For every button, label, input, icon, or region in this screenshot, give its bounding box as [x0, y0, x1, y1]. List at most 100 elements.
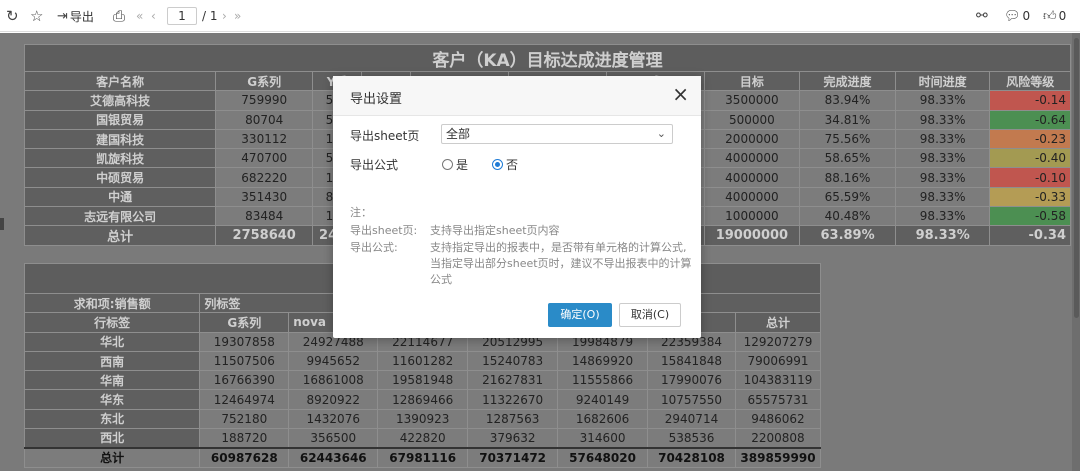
- cell: 422820: [377, 428, 469, 449]
- cell: 2200808: [734, 428, 822, 449]
- note2-line3: 公式: [430, 273, 452, 286]
- cell: 2000000: [703, 128, 801, 150]
- cell: 17990076: [647, 370, 736, 391]
- cell: -0.34: [989, 225, 1071, 247]
- first-page-icon[interactable]: «: [136, 0, 143, 32]
- prev-page-icon[interactable]: ‹: [151, 0, 156, 32]
- last-page-icon[interactable]: »: [234, 0, 241, 32]
- cell: 2758640: [215, 225, 314, 247]
- region-name: 华北: [23, 331, 201, 352]
- cell: 314600: [557, 428, 649, 449]
- print-icon[interactable]: ⎙: [113, 0, 125, 32]
- cell: 11507506: [199, 350, 290, 372]
- cell: 98.33%: [894, 148, 991, 169]
- col-header: 客户名称: [23, 70, 217, 92]
- customer-name: 国银贸易: [23, 109, 217, 130]
- col-header: G系列: [215, 70, 314, 92]
- note1-label: 导出sheet页:: [350, 224, 418, 237]
- customer-name: 志远有限公司: [23, 206, 217, 227]
- region-name: 华南: [23, 370, 201, 391]
- region-name: 西南: [23, 350, 201, 372]
- cell: 15240783: [467, 350, 559, 372]
- cell: 752180: [199, 408, 290, 430]
- share-icon[interactable]: ⚯: [976, 0, 988, 32]
- radio-no-label: 否: [506, 158, 519, 172]
- thumbs-up-icon: 👍︎: [1043, 8, 1057, 24]
- export-settings-dialog: 导出设置 × 导出sheet页 全部 ⌄ 导出公式 是 否 注： 导出sheet…: [333, 76, 701, 338]
- cell: 11601282: [377, 350, 469, 372]
- cell: 98.33%: [894, 90, 991, 111]
- cell: 11555866: [557, 370, 649, 391]
- risk-cell: -0.23: [989, 128, 1071, 150]
- cell: 79006991: [734, 350, 822, 372]
- region-name: 东北: [23, 408, 201, 430]
- cell: 88.16%: [799, 167, 896, 188]
- cell: 19000000: [703, 225, 801, 247]
- export-button[interactable]: ⇥ 导出: [57, 0, 94, 32]
- star-icon[interactable]: ☆: [30, 0, 43, 32]
- refresh-icon[interactable]: ↻: [6, 0, 19, 32]
- sheet-select[interactable]: 全部 ⌄: [441, 124, 673, 144]
- cell: 65575731: [734, 389, 822, 410]
- cell: 16861008: [288, 370, 379, 391]
- cell: 60987628: [199, 446, 290, 468]
- cell: 34.81%: [799, 109, 896, 130]
- table-row: 华南 16766390 16861008 19581948 21627831 115558…: [23, 370, 822, 391]
- table-row: 华东 12464974 8920922 12869466 11322670 9240149…: [23, 389, 822, 410]
- cell: 98.33%: [894, 167, 991, 188]
- comment-button[interactable]: 💬︎ 0: [1004, 0, 1030, 32]
- close-icon[interactable]: ×: [672, 84, 689, 104]
- col-header: 总计: [734, 312, 822, 333]
- risk-cell: -0.64: [989, 109, 1071, 130]
- cell: 40.48%: [799, 206, 896, 227]
- customer-name: 凯旋科技: [23, 148, 217, 169]
- cell: 98.33%: [894, 225, 991, 247]
- cell: 4000000: [703, 148, 801, 169]
- like-button[interactable]: 👍︎ 0: [1043, 0, 1066, 32]
- cell: 500000: [703, 109, 801, 130]
- col-header: G系列: [199, 312, 290, 333]
- cell: 65.59%: [799, 186, 896, 208]
- cell: 83.94%: [799, 90, 896, 111]
- dialog-header: 导出设置 ×: [333, 76, 701, 116]
- customer-name: 中通: [23, 186, 217, 208]
- radio-yes-label: 是: [456, 158, 469, 172]
- cell: 15841848: [647, 350, 736, 372]
- cancel-button[interactable]: 取消(C): [619, 303, 681, 327]
- cell: 1682606: [557, 408, 649, 430]
- cell: 21627831: [467, 370, 559, 391]
- cell: 1000000: [703, 206, 801, 227]
- radio-no[interactable]: 否: [492, 156, 518, 173]
- risk-cell: -0.58: [989, 206, 1071, 227]
- cell: 389859990: [734, 446, 822, 468]
- cell: 75.56%: [799, 128, 896, 150]
- radio-yes[interactable]: 是: [442, 156, 468, 173]
- col-header: 时间进度: [894, 70, 991, 92]
- scrollbar-thumb[interactable]: [1074, 38, 1079, 318]
- table-row: 东北 752180 1432076 1390923 1287563 1682606 2940…: [23, 408, 822, 430]
- cell: 70371472: [467, 446, 559, 468]
- cell: 98.33%: [894, 186, 991, 208]
- comment-icon: 💬︎: [1004, 8, 1021, 24]
- cell: 10757550: [647, 389, 736, 410]
- cell: 63.89%: [799, 225, 896, 247]
- cell: 4000000: [703, 167, 801, 188]
- cell: 70428108: [647, 446, 736, 468]
- cell: 3500000: [703, 90, 801, 111]
- col-header: 目标: [703, 70, 801, 92]
- like-count: 0: [1058, 9, 1067, 23]
- side-marker: [0, 218, 4, 230]
- cell: 8920922: [288, 389, 379, 410]
- comment-count: 0: [1022, 9, 1031, 23]
- note2-line1: 支持指定导出的报表中，是否带有单元格的计算公式,: [430, 241, 687, 254]
- col-header: 完成进度: [799, 70, 896, 92]
- cell: 9486062: [734, 408, 822, 430]
- dialog-title: 导出设置: [350, 92, 403, 107]
- cell: 98.33%: [894, 109, 991, 130]
- confirm-button[interactable]: 确定(O): [548, 303, 612, 327]
- risk-cell: -0.33: [989, 186, 1071, 208]
- cell: 2940714: [647, 408, 736, 430]
- page-input[interactable]: 1: [167, 7, 197, 25]
- cell: 11322670: [467, 389, 559, 410]
- next-page-icon[interactable]: ›: [222, 0, 227, 32]
